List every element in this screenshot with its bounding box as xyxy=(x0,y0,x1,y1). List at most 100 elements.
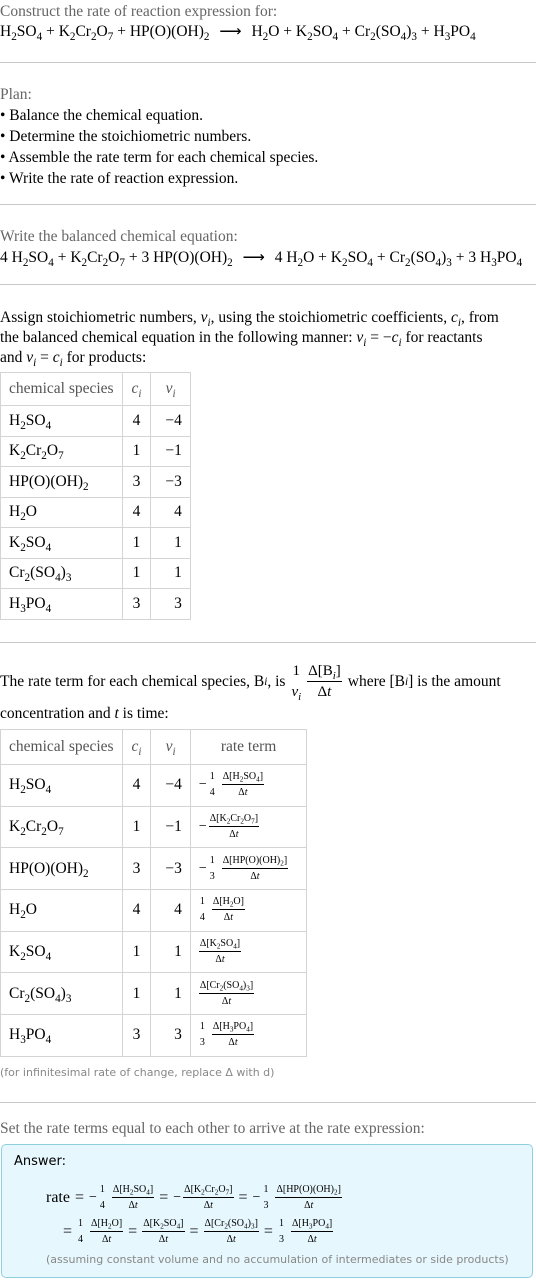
nu-cell: 1 xyxy=(150,972,191,1016)
rate-term: 1 4 Δ[H2O] Δt xyxy=(77,1218,124,1245)
nu-cell: −4 xyxy=(150,405,191,437)
coefficient-fraction: 13 xyxy=(278,1218,284,1245)
c-cell: 4 xyxy=(121,405,152,437)
table-row: HP(O)(OH)2 3 −3 xyxy=(0,466,191,498)
species: K2Cr2O7 xyxy=(58,23,114,43)
plan-item: • Determine the stoichiometric numbers. xyxy=(0,128,252,145)
table-row: K2Cr2O7 1 −1− Δ[K2Cr2O7] Δt xyxy=(0,805,308,849)
arrow-icon: ⟶ xyxy=(219,23,242,40)
table-row: H3PO4 3 3 xyxy=(0,588,191,620)
equals-sign: = xyxy=(263,1223,273,1240)
col-species: chemical species xyxy=(0,729,123,765)
species: 3 H3PO4 xyxy=(468,249,523,269)
rate-term: 1 4 Δ[H2O] Δt xyxy=(199,897,245,923)
text: is time: xyxy=(122,705,169,722)
nu-cell: −1 xyxy=(150,435,191,467)
rate-term-description-line2: concentration and t is time: xyxy=(0,705,169,723)
divider xyxy=(0,1102,536,1103)
equals-sign: = xyxy=(189,1223,199,1240)
species: H2O xyxy=(251,23,280,43)
plus-sign: + xyxy=(128,249,138,266)
table-row: H2SO4 4 −4−1 4 Δ[H2SO4] Δt xyxy=(0,764,308,807)
rate-term-table: chemical species ci νi rate term H2SO4 4 −4−1 4… xyxy=(0,729,308,1057)
table-row: Cr2(SO4)3 1 1 Δ[Cr2(SO4)3] Δt xyxy=(0,972,308,1016)
nu-cell: −1 xyxy=(150,805,191,849)
plan-item: • Write the rate of reaction expression. xyxy=(0,170,239,187)
species-cell: HP(O)(OH)2 xyxy=(0,466,123,498)
species-cell: H2O xyxy=(0,496,123,528)
intro-title: Construct the rate of reaction expressio… xyxy=(0,3,278,20)
species-cell: H2SO4 xyxy=(0,764,123,807)
nu-cell: 3 xyxy=(150,588,191,620)
table-row: K2Cr2O7 1 −1 xyxy=(0,435,191,467)
delta-fraction: Δ[H3PO4] Δt xyxy=(211,1021,255,1049)
table-row: H2SO4 4 −4 xyxy=(0,405,191,437)
c-cell: 1 xyxy=(121,527,152,559)
equals-sign: = xyxy=(159,1189,169,1206)
divider xyxy=(0,62,536,63)
delta-fraction: Δ[K2Cr2O7] Δt xyxy=(208,813,260,841)
species: H3PO4 xyxy=(433,23,476,43)
fraction-delta-b-over-delta-t: Δ[Bi] Δt xyxy=(307,663,342,700)
rate-term-cell: 1 4 Δ[H2O] Δt xyxy=(189,889,308,932)
rate-term-cell: Δ[Cr2(SO4)3] Δt xyxy=(189,972,308,1016)
balanced-heading: Write the balanced chemical equation: xyxy=(0,228,238,245)
table-row: K2SO4 1 1 xyxy=(0,527,191,559)
plus-sign: + xyxy=(283,23,293,40)
t-symbol: t xyxy=(114,705,119,722)
delta-fraction: Δ[HP(O)(OH)2] Δt xyxy=(221,854,289,882)
rate-term: Δ[Cr2(SO4)3] Δt xyxy=(198,980,255,1006)
species-cell: H3PO4 xyxy=(0,588,123,620)
species-cell: H2O xyxy=(0,889,123,932)
table-header: chemical species ci νi xyxy=(0,372,191,406)
coefficient-fraction: 14 xyxy=(78,1218,84,1245)
rate-term: − Δ[K2Cr2O7] Δt xyxy=(173,1185,234,1211)
rate-term: −1 3 Δ[HP(O)(OH)2] Δt xyxy=(253,1185,342,1211)
table-row: Cr2(SO4)3 1 1 xyxy=(0,557,191,589)
species: Cr2(SO4)3 xyxy=(354,23,417,43)
coefficient-fraction: 13 xyxy=(199,1021,205,1049)
stoich-description: Assign stoichiometric numbers, νi, using… xyxy=(0,309,499,369)
final-heading: Set the rate terms equal to each other t… xyxy=(0,1120,425,1137)
table-row: K2SO4 1 1 Δ[K2SO4] Δt xyxy=(0,930,308,974)
rate-term: Δ[Cr2(SO4)3] Δt xyxy=(203,1219,259,1245)
rate-term: −1 4 Δ[H2SO4] Δt xyxy=(198,772,265,798)
delta-fraction: Δ[K2SO4] Δt xyxy=(142,1218,185,1245)
nu-cell: 1 xyxy=(150,930,191,974)
coefficient-fraction: 13 xyxy=(209,854,215,882)
species: H2SO4 xyxy=(0,23,43,43)
equals-sign: = xyxy=(63,1223,73,1240)
nu-cell: 4 xyxy=(150,889,191,932)
table-row: H2O 4 4 1 4 Δ[H2O] Δt xyxy=(0,889,308,932)
plus-sign: + xyxy=(420,23,430,40)
col-nu: νi xyxy=(150,372,191,406)
reaction-equation: H2SO4 + K2Cr2O7 + HP(O)(OH)2 ⟶ H2O + K2S… xyxy=(0,22,476,43)
rate-term-description: The rate term for each chemical species,… xyxy=(0,663,501,703)
species-cell: K2Cr2O7 xyxy=(0,435,123,467)
plus-sign: + xyxy=(57,249,67,266)
c-cell: 3 xyxy=(121,588,152,620)
minus-sign: − xyxy=(198,777,207,793)
answer-box: Answer: rate = −1 4 Δ[H2SO4] Δt = − Δ[K2Cr2O7] Δt… xyxy=(1,1144,533,1278)
infinitesimal-note: (for infinitesimal rate of change, repla… xyxy=(0,1066,275,1079)
species: Cr2(SO4)3 xyxy=(389,249,452,269)
table-row: H3PO4 3 3 1 3 Δ[H3PO4] Δt xyxy=(0,1014,308,1057)
equals-sign: = xyxy=(74,1189,85,1206)
rate-term-cell: −1 3 Δ[HP(O)(OH)2] Δt xyxy=(189,847,308,891)
c-cell: 3 xyxy=(121,466,152,498)
rate-term-cell: −1 4 Δ[H2SO4] Δt xyxy=(189,764,308,807)
c-cell: 1 xyxy=(121,435,152,467)
delta-fraction: Δ[H3PO4] Δt xyxy=(290,1218,334,1245)
species: K2SO4 xyxy=(330,249,373,269)
species: 3 HP(O)(OH)2 xyxy=(141,249,233,269)
coefficient-fraction: 14 xyxy=(199,896,205,924)
rate-term-cell: − Δ[K2Cr2O7] Δt xyxy=(189,805,308,849)
plan-item: • Assemble the rate term for each chemic… xyxy=(0,149,319,166)
minus-sign: − xyxy=(173,1190,182,1205)
assumption-note: (assuming constant volume and no accumul… xyxy=(46,1253,509,1266)
delta-fraction: Δ[H2O] Δt xyxy=(211,896,245,924)
plus-sign: + xyxy=(46,23,55,40)
nu-cell: 1 xyxy=(150,527,191,559)
delta-fraction: Δ[Cr2(SO4)3] Δt xyxy=(198,979,255,1007)
divider xyxy=(0,204,536,205)
